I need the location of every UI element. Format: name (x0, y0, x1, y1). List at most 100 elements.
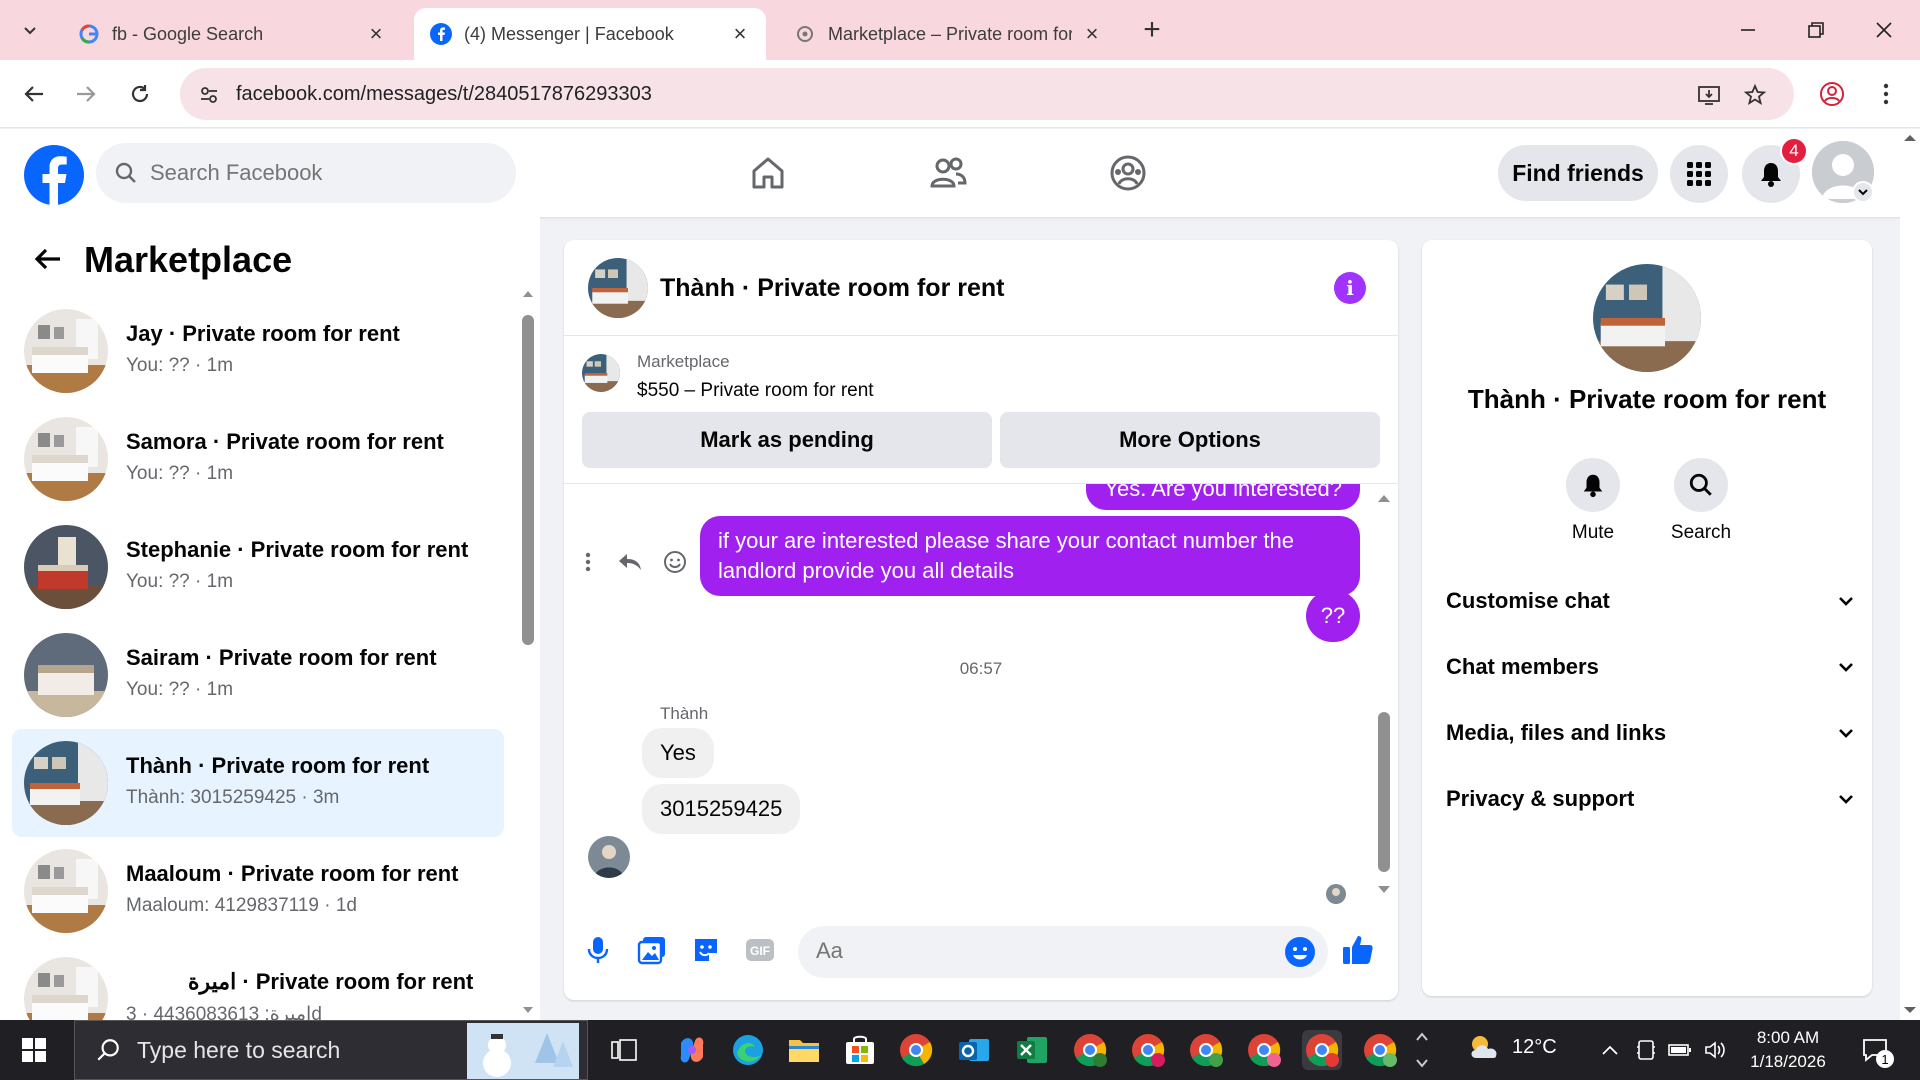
section-privacy-support[interactable]: Privacy & support (1446, 774, 1856, 824)
list-item[interactable]: Sairam · Private room for rent You: ?? ·… (12, 621, 504, 729)
excel-icon[interactable] (1012, 1030, 1052, 1070)
scroll-down-icon[interactable] (1376, 884, 1392, 896)
back-button[interactable] (14, 74, 54, 114)
new-tab-button[interactable]: + (1134, 12, 1170, 48)
browser-tab-messenger[interactable]: (4) Messenger | Facebook × (414, 8, 766, 60)
more-vertical-icon[interactable] (578, 550, 598, 574)
browser-menu-button[interactable] (1866, 74, 1906, 114)
copilot-icon[interactable] (672, 1030, 712, 1070)
find-friends-button[interactable]: Find friends (1498, 145, 1658, 201)
chat-avatar[interactable] (588, 258, 648, 318)
edge-icon[interactable] (728, 1030, 768, 1070)
weather-partly-cloudy-icon (1471, 1036, 1497, 1058)
chevron-up-icon[interactable] (1598, 1038, 1622, 1062)
list-item[interactable]: Thành · Private room for rent Thành: 301… (12, 729, 504, 837)
battery-icon[interactable] (1668, 1038, 1692, 1062)
search-highlight-image (467, 1023, 579, 1079)
chrome-icon[interactable] (896, 1030, 936, 1070)
incoming-message[interactable]: 3015259425 (642, 784, 801, 834)
reload-button[interactable] (120, 74, 160, 114)
outgoing-message[interactable]: ?? (1306, 590, 1360, 642)
star-icon[interactable] (1742, 82, 1768, 108)
sender-avatar[interactable] (588, 836, 630, 878)
microsoft-store-icon[interactable] (840, 1030, 880, 1070)
chrome-profile-icon[interactable] (1070, 1030, 1110, 1070)
arrow-right-icon (77, 86, 96, 102)
reply-icon[interactable] (617, 549, 643, 575)
site-settings-icon[interactable] (196, 82, 222, 108)
section-customise-chat[interactable]: Customise chat (1446, 576, 1856, 626)
outlook-icon[interactable] (954, 1030, 994, 1070)
section-chat-members[interactable]: Chat members (1446, 642, 1856, 692)
device-icon[interactable] (1634, 1038, 1658, 1062)
weather-widget[interactable]: 12°C (1466, 1032, 1557, 1062)
list-item[interactable]: اميرة · Private room for rent اميرة: 443… (12, 945, 504, 1020)
section-media-files-links[interactable]: Media, files and links (1446, 708, 1856, 758)
back-button[interactable] (28, 239, 68, 279)
list-item[interactable]: Samora · Private room for rent You: ?? ·… (12, 405, 504, 513)
scroll-up-icon[interactable] (1376, 492, 1392, 504)
facebook-logo-icon[interactable] (24, 145, 84, 205)
conversation-sidebar: Marketplace Jay · Private room for rent … (0, 217, 540, 1020)
account-caret[interactable] (1852, 181, 1874, 203)
gif-button[interactable]: GIF (740, 930, 780, 970)
listing-thumbnail[interactable] (582, 354, 620, 392)
chat-title[interactable]: Thành · Private room for rent (660, 274, 1004, 303)
search-conversation-button[interactable]: Search (1656, 458, 1746, 544)
system-clock[interactable]: 8:00 AM 1/18/2026 (1740, 1026, 1836, 1074)
outgoing-message[interactable]: Yes. Are you interested? (1086, 484, 1360, 510)
emoji-icon[interactable] (1284, 936, 1316, 968)
sidebar-scroll-thumb[interactable] (522, 315, 534, 645)
attach-media-button[interactable] (632, 930, 672, 970)
more-options-button[interactable]: More Options (1000, 412, 1380, 468)
facebook-search-input[interactable] (150, 160, 490, 186)
start-button[interactable] (12, 1032, 56, 1068)
address-bar[interactable]: facebook.com/messages/t/2840517876293303 (180, 68, 1794, 120)
task-view-icon[interactable] (604, 1030, 644, 1070)
browser-tab-google[interactable]: fb - Google Search × (62, 8, 402, 60)
list-item[interactable]: Jay · Private room for rent You: ?? · 1m (12, 297, 504, 405)
minimize-button[interactable] (1714, 0, 1782, 60)
restore-button[interactable] (1782, 0, 1850, 60)
nav-home[interactable] (744, 149, 792, 197)
message-input[interactable] (816, 938, 1236, 964)
profile-button[interactable] (1812, 74, 1852, 114)
chrome-profile-icon[interactable] (1186, 1030, 1226, 1070)
sticker-button[interactable] (686, 930, 726, 970)
chrome-profile-icon[interactable] (1360, 1030, 1400, 1070)
tab-search-dropdown[interactable] (10, 12, 50, 48)
nav-friends[interactable] (924, 149, 972, 197)
close-icon[interactable]: × (366, 21, 386, 46)
like-button[interactable] (1338, 930, 1378, 970)
voice-clip-button[interactable] (578, 930, 618, 970)
outgoing-message[interactable]: if your are interested please share your… (700, 516, 1360, 596)
mute-button[interactable]: Mute (1548, 458, 1638, 544)
close-icon[interactable]: × (730, 21, 750, 46)
forward-button[interactable] (66, 74, 106, 114)
list-item[interactable]: Maaloum · Private room for rent Maaloum:… (12, 837, 504, 945)
incoming-message[interactable]: Yes (642, 728, 714, 778)
chrome-profile-icon[interactable] (1244, 1030, 1284, 1070)
volume-icon[interactable] (1704, 1038, 1728, 1062)
chrome-profile-icon[interactable] (1128, 1030, 1168, 1070)
install-app-icon[interactable] (1696, 82, 1722, 108)
listing-title[interactable]: $550 – Private room for rent (637, 380, 874, 402)
page-scrollbar[interactable] (1900, 129, 1920, 1020)
taskbar-search[interactable]: Type here to search (74, 1020, 588, 1080)
browser-tab-marketplace[interactable]: Marketplace – Private room for × (778, 8, 1118, 60)
emoji-react-icon[interactable] (662, 549, 688, 575)
chrome-profile-icon-active[interactable] (1302, 1030, 1342, 1070)
mark-as-pending-button[interactable]: Mark as pending (582, 412, 992, 468)
close-icon[interactable]: × (1082, 21, 1102, 46)
menu-button[interactable] (1670, 145, 1728, 203)
close-window-button[interactable] (1850, 0, 1918, 60)
taskbar-scroll-arrows-icon[interactable] (1414, 1028, 1430, 1072)
file-explorer-icon[interactable] (784, 1030, 824, 1070)
chat-scroll-thumb[interactable] (1378, 712, 1390, 872)
info-icon[interactable]: i (1334, 272, 1366, 304)
nav-groups[interactable] (1104, 149, 1152, 197)
list-item[interactable]: Stephanie · Private room for rent You: ?… (12, 513, 504, 621)
info-avatar (1593, 264, 1701, 372)
facebook-search[interactable] (96, 143, 516, 203)
message-input-wrapper[interactable] (798, 926, 1328, 978)
